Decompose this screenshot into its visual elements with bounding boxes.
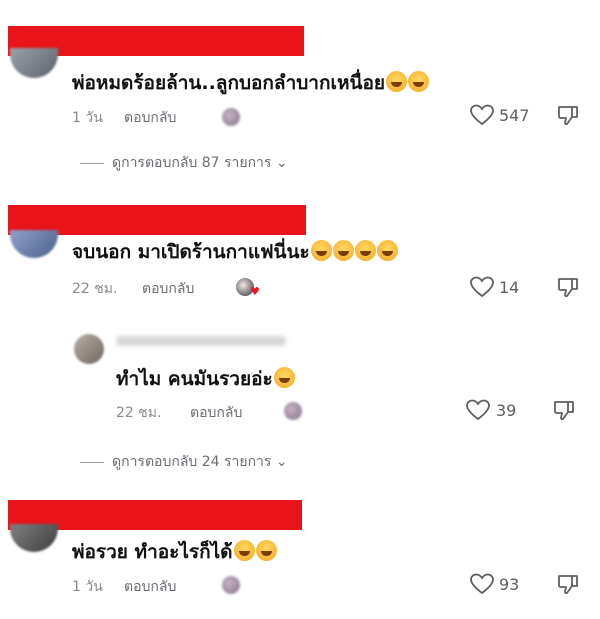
like-count: 14 xyxy=(499,278,520,297)
dislike-icon[interactable] xyxy=(556,572,580,596)
comment-time: 1 วัน xyxy=(72,579,103,595)
tears-of-joy-icon xyxy=(233,540,255,561)
creator-liked-avatar xyxy=(222,108,240,126)
rolling-on-floor-laughing-icon xyxy=(255,540,277,561)
tears-of-joy-icon xyxy=(310,240,332,261)
dislike-icon[interactable] xyxy=(556,275,580,299)
heart-icon[interactable] xyxy=(466,399,490,421)
like-count: 39 xyxy=(496,401,517,420)
divider-dash xyxy=(80,162,104,164)
heart-badge-icon: ♥ xyxy=(250,285,260,298)
dislike-icon[interactable] xyxy=(552,398,576,422)
view-replies-button[interactable]: ดูการตอบกลับ 24 รายการ ⌄ xyxy=(80,451,288,473)
blurred-username xyxy=(116,336,286,346)
heart-icon[interactable] xyxy=(470,276,494,298)
like-count: 93 xyxy=(499,575,520,594)
reply-button[interactable]: ตอบกลับ xyxy=(124,576,176,598)
reply-button[interactable]: ตอบกลับ xyxy=(124,107,176,129)
comment-text: พ่อหมดร้อยล้าน..ลูกบอกลำบากเหนื่อย xyxy=(72,68,430,98)
heart-icon[interactable] xyxy=(470,573,494,595)
avatar[interactable] xyxy=(10,524,58,552)
tears-of-joy-icon xyxy=(354,240,376,261)
comment-text: จบนอก มาเปิดร้านกาแฟนี่นะ xyxy=(72,237,398,267)
avatar[interactable] xyxy=(10,230,58,258)
view-replies-button[interactable]: ดูการตอบกลับ 87 รายการ ⌄ xyxy=(80,152,288,174)
face-with-hand-over-mouth-icon xyxy=(273,367,295,388)
like-count: 547 xyxy=(499,106,530,125)
heart-icon[interactable] xyxy=(470,104,494,126)
avatar[interactable] xyxy=(10,48,58,78)
reply-button[interactable]: ตอบกลับ xyxy=(190,402,242,424)
comment-time: 1 วัน xyxy=(72,110,103,126)
reply-button[interactable]: ตอบกลับ xyxy=(142,278,194,300)
chevron-down-icon: ⌄ xyxy=(271,454,288,470)
creator-liked-avatar xyxy=(222,576,240,594)
creator-liked-avatar xyxy=(284,402,302,420)
grinning-face-icon xyxy=(386,71,408,92)
divider-dash xyxy=(80,461,104,463)
comment-text: ทำไม คนมันรวยอ่ะ xyxy=(116,364,295,394)
tears-of-joy-icon xyxy=(332,240,354,261)
tears-of-joy-icon xyxy=(376,240,398,261)
avatar[interactable] xyxy=(74,334,104,364)
chevron-down-icon: ⌄ xyxy=(271,155,288,171)
dislike-icon[interactable] xyxy=(556,103,580,127)
tears-of-joy-icon xyxy=(408,71,430,92)
comment-time: 22 ชม. xyxy=(116,405,162,421)
comment-time: 22 ชม. xyxy=(72,281,118,297)
comment-text: พ่อรวย ทำอะไรก็ได้ xyxy=(72,537,277,567)
